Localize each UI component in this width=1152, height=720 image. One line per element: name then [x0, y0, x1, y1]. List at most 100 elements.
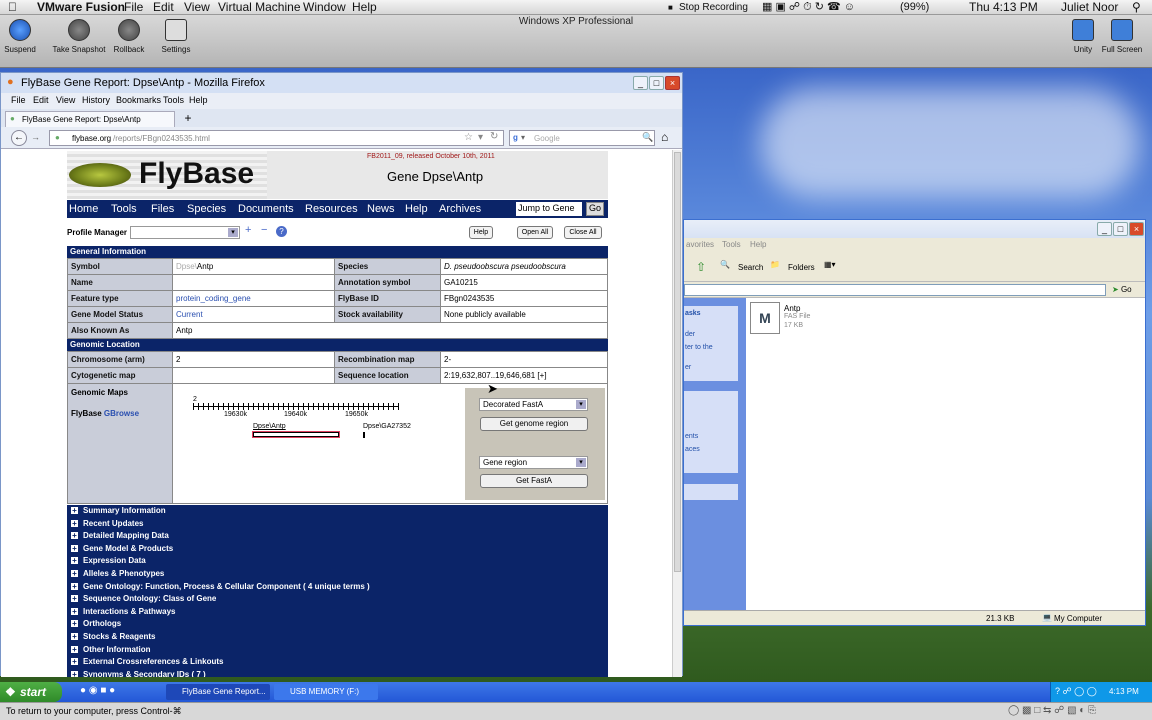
menu-tools[interactable]: Tools: [722, 240, 741, 249]
flybase-logo[interactable]: FlyBase: [139, 157, 254, 191]
menu-edit[interactable]: Edit: [33, 95, 49, 105]
menu-file[interactable]: File: [124, 0, 143, 15]
taskbar-item-usb[interactable]: USB MEMORY (F:): [274, 684, 378, 700]
reload-icon[interactable]: ↻: [490, 131, 498, 142]
menu-bookmarks[interactable]: Bookmarks: [116, 95, 161, 105]
search-icon[interactable]: 🔍: [642, 132, 653, 143]
spotlight-icon[interactable]: ⚲: [1132, 0, 1141, 15]
nav-help[interactable]: Help: [405, 203, 428, 215]
suspend-button[interactable]: Suspend: [4, 17, 36, 54]
section-recent-updates[interactable]: Recent Updates: [67, 518, 608, 531]
jump-to-gene-input[interactable]: Jump to Gene: [516, 202, 582, 216]
start-button[interactable]: ❖ start: [0, 682, 62, 702]
address-input[interactable]: [684, 284, 1106, 296]
rollback-button[interactable]: Rollback: [110, 17, 148, 54]
home-icon[interactable]: ⌂: [661, 130, 668, 144]
dropdown-icon[interactable]: ▾: [478, 132, 483, 143]
page-scrollbar[interactable]: [672, 150, 682, 677]
minimize-icon[interactable]: _: [1097, 222, 1112, 236]
section-gene-model[interactable]: Gene Model & Products: [67, 543, 608, 556]
gene-antp-label[interactable]: Dpse\Antp: [253, 423, 286, 430]
general-info-header[interactable]: General Information: [67, 246, 608, 258]
fullscreen-button[interactable]: Full Screen: [1100, 17, 1144, 54]
get-genome-region-button[interactable]: Get genome region: [480, 417, 588, 431]
close-all-button[interactable]: Close All: [564, 226, 602, 239]
go-button[interactable]: ➤ Go: [1112, 285, 1132, 294]
details-panel[interactable]: [684, 484, 738, 500]
folders-button[interactable]: Folders: [788, 263, 815, 272]
search-box[interactable]: g ▾ Google 🔍: [509, 130, 655, 146]
nav-tools[interactable]: Tools: [111, 203, 137, 215]
gene-antp-glyph[interactable]: [252, 431, 340, 438]
open-all-button[interactable]: Open All: [517, 226, 553, 239]
forward-icon[interactable]: →: [31, 132, 40, 142]
nav-archives[interactable]: Archives: [439, 203, 481, 215]
maximize-icon[interactable]: □: [1113, 222, 1128, 236]
section-orthologs[interactable]: Orthologs: [67, 618, 608, 631]
nav-news[interactable]: News: [367, 203, 395, 215]
help-icon[interactable]: ?: [276, 226, 287, 237]
menu-favorites[interactable]: avorites: [686, 240, 714, 249]
maximize-icon[interactable]: □: [649, 76, 664, 90]
back-icon[interactable]: ←: [11, 130, 27, 146]
menu-vmware[interactable]: VMware Fusion: [37, 0, 125, 15]
add-icon[interactable]: +: [245, 224, 251, 236]
nav-files[interactable]: Files: [151, 203, 174, 215]
up-folder-icon[interactable]: ⇧: [696, 260, 706, 274]
menu-help[interactable]: Help: [352, 0, 377, 15]
value-feature-type[interactable]: protein_coding_gene: [172, 290, 335, 307]
section-gene-ontology[interactable]: Gene Ontology: Function, Process & Cellu…: [67, 581, 608, 594]
menu-virtual-machine[interactable]: Virtual Machine: [218, 0, 301, 15]
settings-button[interactable]: Settings: [158, 17, 194, 54]
apple-icon[interactable]: : [8, 0, 17, 15]
menu-edit[interactable]: Edit: [153, 0, 174, 15]
search-button[interactable]: Search: [738, 263, 763, 272]
section-detailed-mapping[interactable]: Detailed Mapping Data: [67, 530, 608, 543]
menu-tools[interactable]: Tools: [163, 95, 184, 105]
nav-home[interactable]: Home: [69, 203, 98, 215]
minimize-icon[interactable]: _: [633, 76, 648, 90]
remove-icon[interactable]: −: [261, 224, 267, 236]
search-engine-dropdown-icon[interactable]: ▾: [521, 133, 525, 142]
menu-help[interactable]: Help: [189, 95, 208, 105]
value-gene-model-status[interactable]: Current: [172, 306, 335, 323]
gbrowse-link[interactable]: GBrowse: [104, 409, 139, 418]
section-stocks-reagents[interactable]: Stocks & Reagents: [67, 631, 608, 644]
scrollbar-thumb[interactable]: [674, 152, 681, 572]
url-bar[interactable]: ● flybase.org /reports/FBgn0243535.html …: [49, 130, 504, 146]
user-name[interactable]: Juliet Noor: [1061, 0, 1118, 15]
new-tab-button[interactable]: +: [179, 111, 197, 126]
tab-flybase[interactable]: ● FlyBase Gene Report: Dpse\Antp: [5, 111, 175, 127]
genomic-location-header[interactable]: Genomic Location: [67, 339, 608, 351]
file-name[interactable]: Antp: [784, 304, 800, 313]
section-other-information[interactable]: Other Information: [67, 644, 608, 657]
close-icon[interactable]: ×: [665, 76, 680, 90]
taskbar-item-firefox[interactable]: FlyBase Gene Report...: [166, 684, 270, 700]
nav-species[interactable]: Species: [187, 203, 226, 215]
section-summary-information[interactable]: Summary Information: [67, 505, 608, 518]
close-icon[interactable]: ×: [1129, 222, 1144, 236]
menu-help[interactable]: Help: [750, 240, 766, 249]
section-expression-data[interactable]: Expression Data: [67, 555, 608, 568]
gene-ga27352-label[interactable]: Dpse\GA27352: [363, 423, 411, 430]
menu-view[interactable]: View: [184, 0, 210, 15]
region-select[interactable]: Gene region ▾: [479, 456, 588, 469]
menu-view[interactable]: View: [56, 95, 75, 105]
menu-window[interactable]: Window: [303, 0, 346, 15]
section-external-crossreferences[interactable]: External Crossreferences & Linkouts: [67, 656, 608, 669]
search-input[interactable]: Google: [534, 134, 560, 143]
unity-button[interactable]: Unity: [1068, 17, 1098, 54]
stop-recording[interactable]: Stop Recording: [679, 0, 748, 15]
menu-file[interactable]: File: [11, 95, 26, 105]
quicklaunch-icons[interactable]: ● ◉ ■ ●: [80, 685, 115, 696]
section-synonyms[interactable]: Synonyms & Secondary IDs ( 7 ): [67, 669, 608, 677]
device-icons[interactable]: ◯ ▩ □ ⇆ ☍ ▧ ◐ ⎘: [1008, 705, 1096, 716]
nav-documents[interactable]: Documents: [238, 203, 294, 215]
format-select[interactable]: Decorated FastA ▾: [479, 398, 588, 411]
section-interactions[interactable]: Interactions & Pathways: [67, 606, 608, 619]
go-button[interactable]: Go: [586, 202, 604, 216]
gene-ga27352-glyph[interactable]: [363, 432, 365, 438]
section-alleles-phenotypes[interactable]: Alleles & Phenotypes: [67, 568, 608, 581]
fas-file-icon[interactable]: M: [750, 302, 780, 334]
nav-resources[interactable]: Resources: [305, 203, 358, 215]
